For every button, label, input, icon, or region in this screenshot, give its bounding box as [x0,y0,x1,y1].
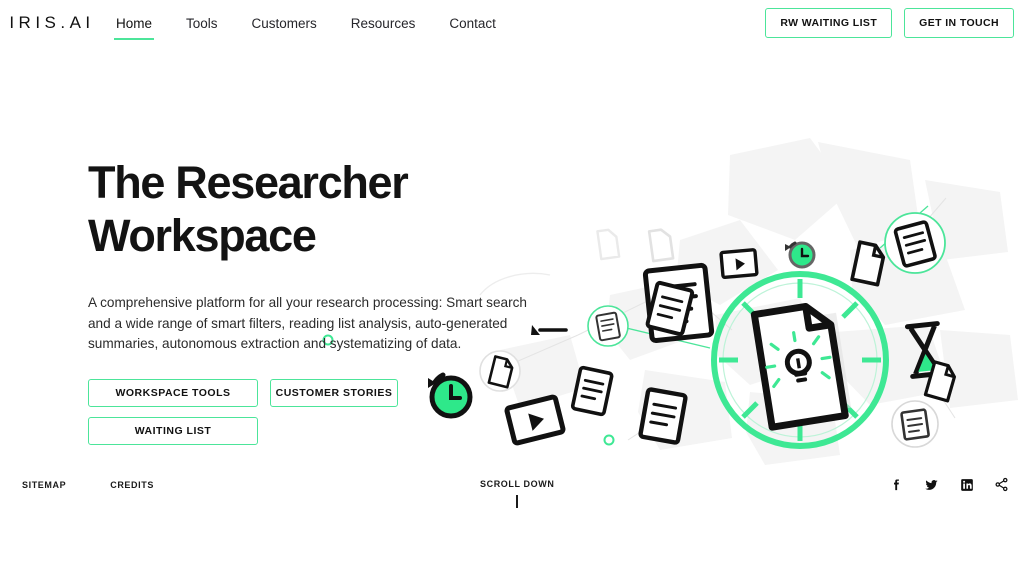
nav-item-home[interactable]: Home [114,12,155,40]
blank-document-icon-3 [647,228,675,263]
nav-item-customers[interactable]: Customers [250,12,319,35]
document-lines-small-icon-2 [638,387,688,445]
waiting-list-button[interactable]: WAITING LIST [88,416,258,445]
page-title: The Researcher Workspace [88,160,608,258]
document-circle-gray-icon [891,400,939,448]
cta-row-primary: WORKSPACE TOOLS CUSTOMER STORIES [88,378,608,407]
rw-waiting-list-button[interactable]: RW WAITING LIST [765,8,893,38]
facebook-icon[interactable] [889,477,904,492]
footer-links: SITEMAP CREDITS [22,480,154,490]
site-header: IRIS.AI Home Tools Customers Resources C… [0,0,1024,46]
scroll-down-bar [516,495,518,508]
linkedin-icon[interactable] [959,477,974,492]
nav-item-tools[interactable]: Tools [184,12,220,35]
video-play-icon [719,248,759,280]
scroll-down-indicator[interactable]: SCROLL DOWN [480,479,554,508]
get-in-touch-button[interactable]: GET IN TOUCH [904,8,1014,38]
logo[interactable]: IRIS.AI [6,13,98,33]
site-footer: SITEMAP CREDITS SCROLL DOWN [0,466,1024,576]
customer-stories-button[interactable]: CUSTOMER STORIES [270,378,398,407]
twitter-icon[interactable] [924,477,939,492]
hero-title-line2: Workspace [88,210,317,261]
header-actions: RW WAITING LIST GET IN TOUCH [765,8,1014,38]
cta-row-secondary: WAITING LIST [88,416,608,445]
nav-item-resources[interactable]: Resources [349,12,418,35]
clock-small-icon [785,241,816,269]
nav-item-contact[interactable]: Contact [447,12,498,35]
main-navigation: Home Tools Customers Resources Contact [114,12,528,40]
document-circle-right-icon [884,212,946,274]
sitemap-link[interactable]: SITEMAP [22,480,66,490]
social-links [889,477,1009,492]
workspace-tools-button[interactable]: WORKSPACE TOOLS [88,378,258,407]
credits-link[interactable]: CREDITS [110,480,154,490]
hero-title-line1: The Researcher [88,157,409,208]
document-lightbulb-icon [750,302,852,431]
hero-description: A comprehensive platform for all your re… [88,295,527,352]
hero-section: The Researcher Workspace A comprehensive… [88,160,608,445]
document-lines-small-icon-3 [645,280,695,337]
scroll-down-label: SCROLL DOWN [480,479,555,489]
share-icon[interactable] [994,477,1009,492]
